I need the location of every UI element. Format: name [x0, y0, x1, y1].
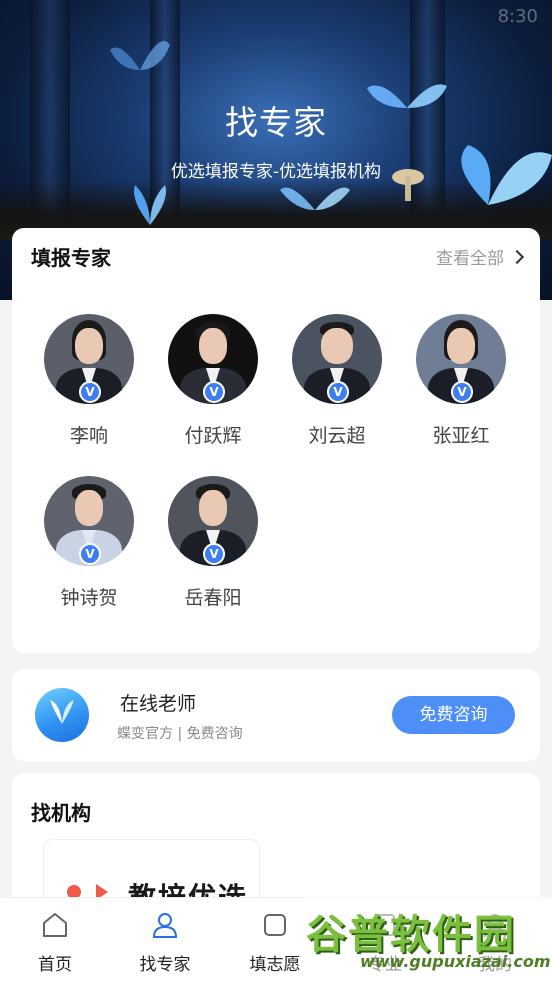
butterfly-icon [134, 185, 166, 225]
home-icon [43, 913, 67, 937]
org-section-title: 找机构 [31, 801, 91, 825]
expert-item[interactable]: V 岳春阳 [151, 476, 275, 610]
status-time: 8:30 [497, 6, 538, 27]
experts-card: 填报专家 查看全部 V 李响 V 付跃辉 V 刘云超 V 张亚红 V 钟诗贺 V… [12, 228, 540, 653]
expert-item[interactable]: V 刘云超 [275, 314, 399, 448]
expert-name: 付跃辉 [184, 425, 242, 447]
verified-badge-icon: V [203, 381, 225, 403]
butterfly-logo-icon [35, 688, 89, 742]
tab-label: 找专家 [139, 955, 191, 975]
expert-item[interactable]: V 钟诗贺 [27, 476, 151, 610]
verified-badge-icon: V [203, 543, 225, 565]
expert-item[interactable]: V 付跃辉 [151, 314, 275, 448]
watermark: 谷普软件园 www.gupuxiazai.com [302, 896, 551, 976]
verified-badge-icon: V [451, 381, 473, 403]
page-subtitle: 优选填报专家-优选填报机构 [170, 162, 382, 182]
online-teacher-title: 在线老师 [120, 693, 197, 715]
free-consult-button[interactable]: 免费咨询 [392, 696, 515, 734]
expert-item[interactable]: V 张亚红 [399, 314, 523, 448]
butterfly-icon [110, 40, 170, 70]
expert-name: 李响 [69, 425, 108, 447]
tab-home[interactable]: 首页 [0, 898, 110, 983]
expert-name: 刘云超 [308, 425, 366, 447]
expert-name: 钟诗贺 [60, 587, 118, 609]
tab-experts[interactable]: 找专家 [110, 898, 220, 983]
online-teacher-subtitle: 蝶变官方 | 免费咨询 [117, 726, 243, 742]
page-title: 找专家 [225, 103, 327, 142]
experts-section-title: 填报专家 [31, 246, 111, 270]
expert-icon [152, 913, 178, 938]
form-icon [264, 914, 286, 936]
chevron-right-icon [509, 249, 525, 265]
verified-badge-icon: V [79, 543, 101, 565]
tab-label: 首页 [38, 955, 72, 975]
verified-badge-icon: V [327, 381, 349, 403]
see-all-link[interactable]: 查看全部 [436, 244, 525, 269]
see-all-label: 查看全部 [436, 249, 504, 269]
expert-name: 岳春阳 [184, 587, 242, 609]
expert-name: 张亚红 [432, 425, 490, 447]
online-teacher-card[interactable]: 在线老师 蝶变官方 | 免费咨询 免费咨询 [12, 669, 540, 761]
expert-item[interactable]: V 李响 [27, 314, 151, 448]
watermark-url: www.gupuxiazai.com [360, 952, 551, 971]
verified-badge-icon: V [79, 381, 101, 403]
